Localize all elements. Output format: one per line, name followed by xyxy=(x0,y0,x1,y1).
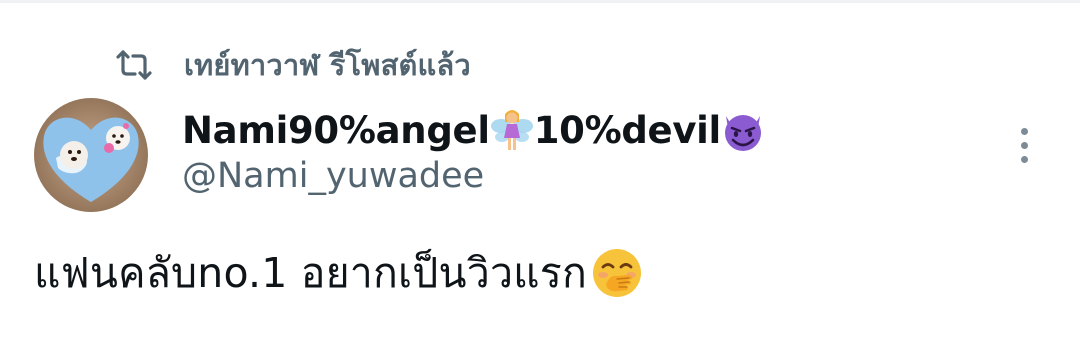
top-divider xyxy=(0,0,1080,3)
fairy-emoji xyxy=(490,110,533,150)
avatar-image xyxy=(34,98,148,212)
retweet-context: เทย์ทาวาฬ รีโพสต์แล้ว xyxy=(114,40,471,90)
display-name-part2: 10%devil xyxy=(533,108,722,152)
tweet-text: แฟนคลับno.1 อยากเป็นวิวแรก xyxy=(34,243,645,303)
avatar[interactable] xyxy=(34,98,148,212)
display-name[interactable]: Nami90%angel 10%devil xyxy=(182,103,765,157)
user-handle[interactable]: @Nami_yuwadee xyxy=(182,156,484,196)
more-options-button[interactable] xyxy=(1004,122,1044,168)
more-dot xyxy=(1020,155,1028,163)
display-name-part1: Nami90%angel xyxy=(182,108,490,152)
face-with-hand-over-mouth-emoji xyxy=(593,249,642,297)
retweet-label[interactable]: เทย์ทาวาฬ รีโพสต์แล้ว xyxy=(184,42,471,88)
retweet-icon xyxy=(116,50,152,80)
more-dot xyxy=(1020,141,1028,149)
tweet-body: แฟนคลับno.1 อยากเป็นวิวแรก xyxy=(34,248,588,297)
smiling-devil-emoji xyxy=(724,115,761,151)
more-vertical-icon xyxy=(1020,127,1028,135)
